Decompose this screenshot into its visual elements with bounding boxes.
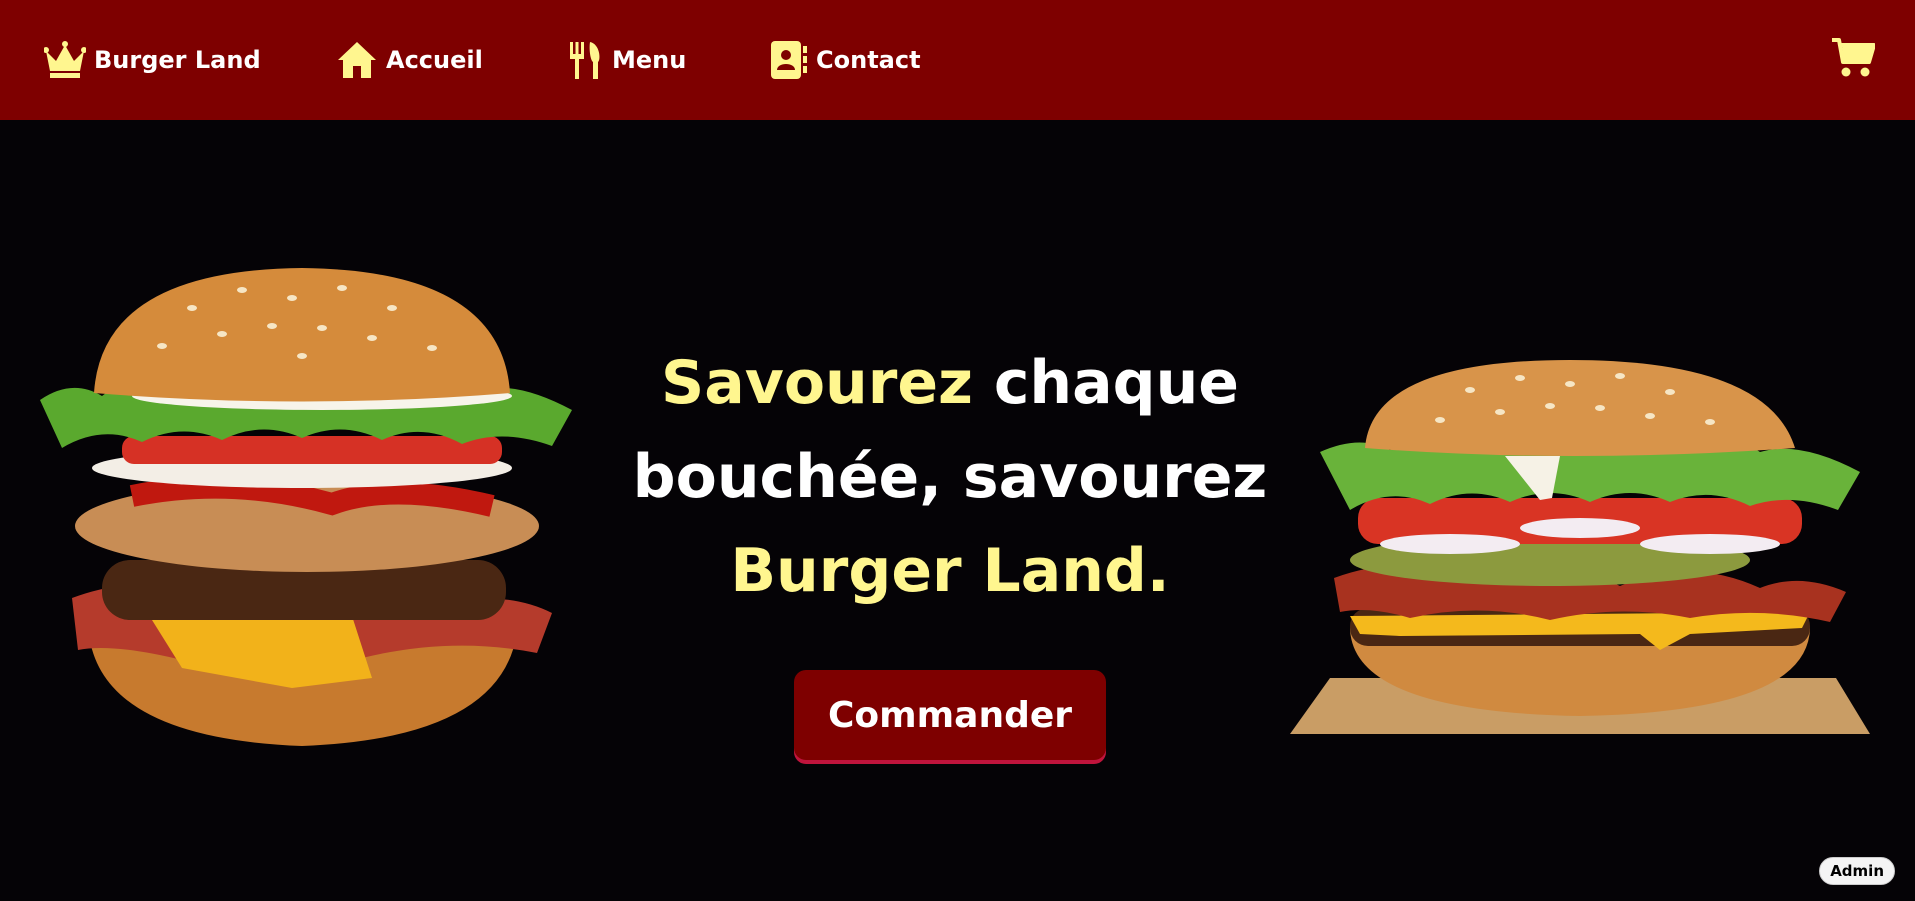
nav-item-label: Contact — [816, 46, 921, 74]
shopping-cart-icon — [1831, 38, 1876, 82]
nav-item-label: Accueil — [386, 46, 483, 74]
home-icon — [336, 40, 378, 80]
double-burger-image — [32, 268, 576, 752]
brand-link[interactable]: Burger Land — [44, 34, 261, 86]
nav-item-label: Menu — [612, 46, 687, 74]
headline-highlight-2: Burger Land. — [730, 536, 1170, 606]
brand-label: Burger Land — [94, 46, 261, 74]
top-navbar: Burger Land Accueil Menu Contact — [0, 0, 1915, 120]
hero-headline: Savourez chaque bouchée, savourez Burger… — [600, 336, 1300, 618]
contact-book-icon — [770, 40, 808, 80]
nav-item-contact[interactable]: Contact — [770, 34, 921, 86]
nav-item-menu[interactable]: Menu — [568, 34, 686, 86]
bacon-burger-image — [1290, 360, 1870, 740]
nav-item-accueil[interactable]: Accueil — [336, 34, 483, 86]
headline-highlight-1: Savourez — [661, 348, 973, 418]
utensils-icon — [568, 40, 604, 80]
cart-button[interactable] — [1831, 36, 1876, 78]
crown-icon — [44, 41, 86, 79]
admin-button[interactable]: Admin — [1819, 857, 1895, 885]
commander-button[interactable]: Commander — [794, 670, 1106, 760]
